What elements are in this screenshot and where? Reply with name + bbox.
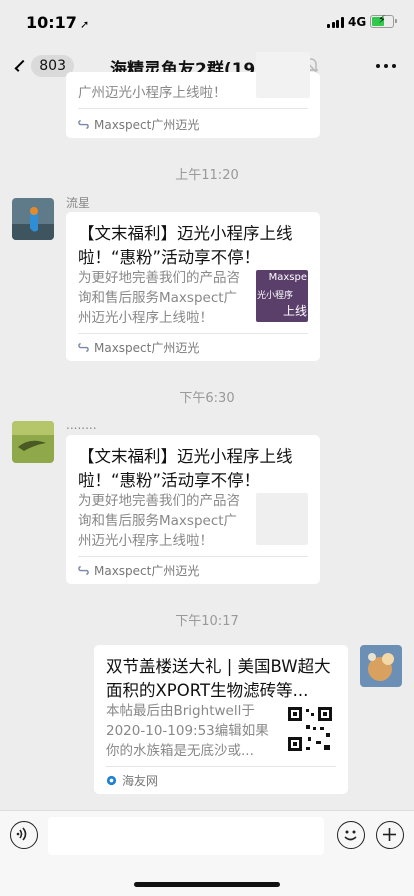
- plus-icon[interactable]: [376, 821, 404, 849]
- battery-charging-icon: ⚡: [370, 13, 397, 28]
- message-card[interactable]: 广州迈光小程序上线啦！ Maxspect广州迈光: [66, 52, 320, 138]
- card-source: Maxspect广州迈光: [78, 562, 199, 579]
- mini-program-icon: [78, 566, 89, 575]
- signal-icon: [327, 17, 344, 28]
- avatar[interactable]: [12, 198, 54, 240]
- sender-name: ........: [66, 418, 97, 432]
- avatar[interactable]: [12, 421, 54, 463]
- message-card[interactable]: 【文末福利】迈光小程序上线啦！“惠粉”活动享不停！ 为更好地完善我们的产品咨询和…: [66, 212, 320, 361]
- back-chevron-icon: [14, 59, 27, 73]
- timestamp: 下午10:17: [175, 614, 239, 629]
- message-card[interactable]: 【文末福利】迈光小程序上线啦！“惠粉”活动享不停！ 为更好地完善我们的产品咨询和…: [66, 435, 320, 584]
- message-input[interactable]: [48, 817, 324, 855]
- location-arrow-icon: ➚: [79, 18, 90, 31]
- card-source: Maxspect广州迈光: [78, 339, 199, 356]
- more-icon[interactable]: [376, 64, 396, 68]
- mini-program-icon: [78, 343, 89, 352]
- card-thumbnail: [256, 493, 308, 545]
- voice-icon[interactable]: [10, 821, 38, 849]
- mini-program-icon: [78, 120, 89, 129]
- sender-name: 流星: [66, 196, 91, 210]
- card-title: 双节盖楼送大礼 | 美国BW超大面积的XPORT生物滤砖等...: [106, 657, 331, 700]
- card-description: 为更好地完善我们的产品咨询和售后服务Maxspect广州迈光小程序上线啦！: [78, 493, 240, 549]
- message-card[interactable]: 双节盖楼送大礼 | 美国BW超大面积的XPORT生物滤砖等... 本帖最后由Br…: [94, 645, 348, 794]
- my-avatar[interactable]: [360, 645, 402, 687]
- haiyou-logo-icon: [106, 775, 117, 786]
- card-title: 【文末福利】迈光小程序上线啦！“惠粉”活动享不停！: [78, 224, 293, 267]
- network-label: 4G: [348, 15, 367, 29]
- qr-code-thumbnail: [288, 707, 332, 751]
- card-thumbnail: Maxspe 光 小程序 上线: [256, 270, 308, 322]
- card-source: 海友网: [106, 772, 158, 789]
- card-description: 本帖最后由Brightwell于2020-10-109:53编辑如果你的水族箱是…: [106, 703, 269, 759]
- card-thumbnail: [256, 52, 310, 98]
- card-source: Maxspect广州迈光: [78, 116, 199, 133]
- card-title: 【文末福利】迈光小程序上线啦！“惠粉”活动享不停！: [78, 447, 293, 490]
- status-bar: 10:17 ➚ 4G ⚡: [0, 0, 414, 44]
- timestamp: 下午6:30: [179, 391, 235, 406]
- emoji-icon[interactable]: [337, 821, 365, 849]
- timestamp: 上午11:20: [175, 168, 239, 183]
- back-button[interactable]: 803: [12, 52, 74, 80]
- status-time: 10:17 ➚: [26, 13, 90, 32]
- card-thumbnail: [284, 703, 336, 755]
- card-description: 广州迈光小程序上线啦！: [78, 85, 227, 101]
- card-description: 为更好地完善我们的产品咨询和售后服务Maxspect广州迈光小程序上线啦！: [78, 270, 240, 326]
- home-indicator: [134, 882, 280, 887]
